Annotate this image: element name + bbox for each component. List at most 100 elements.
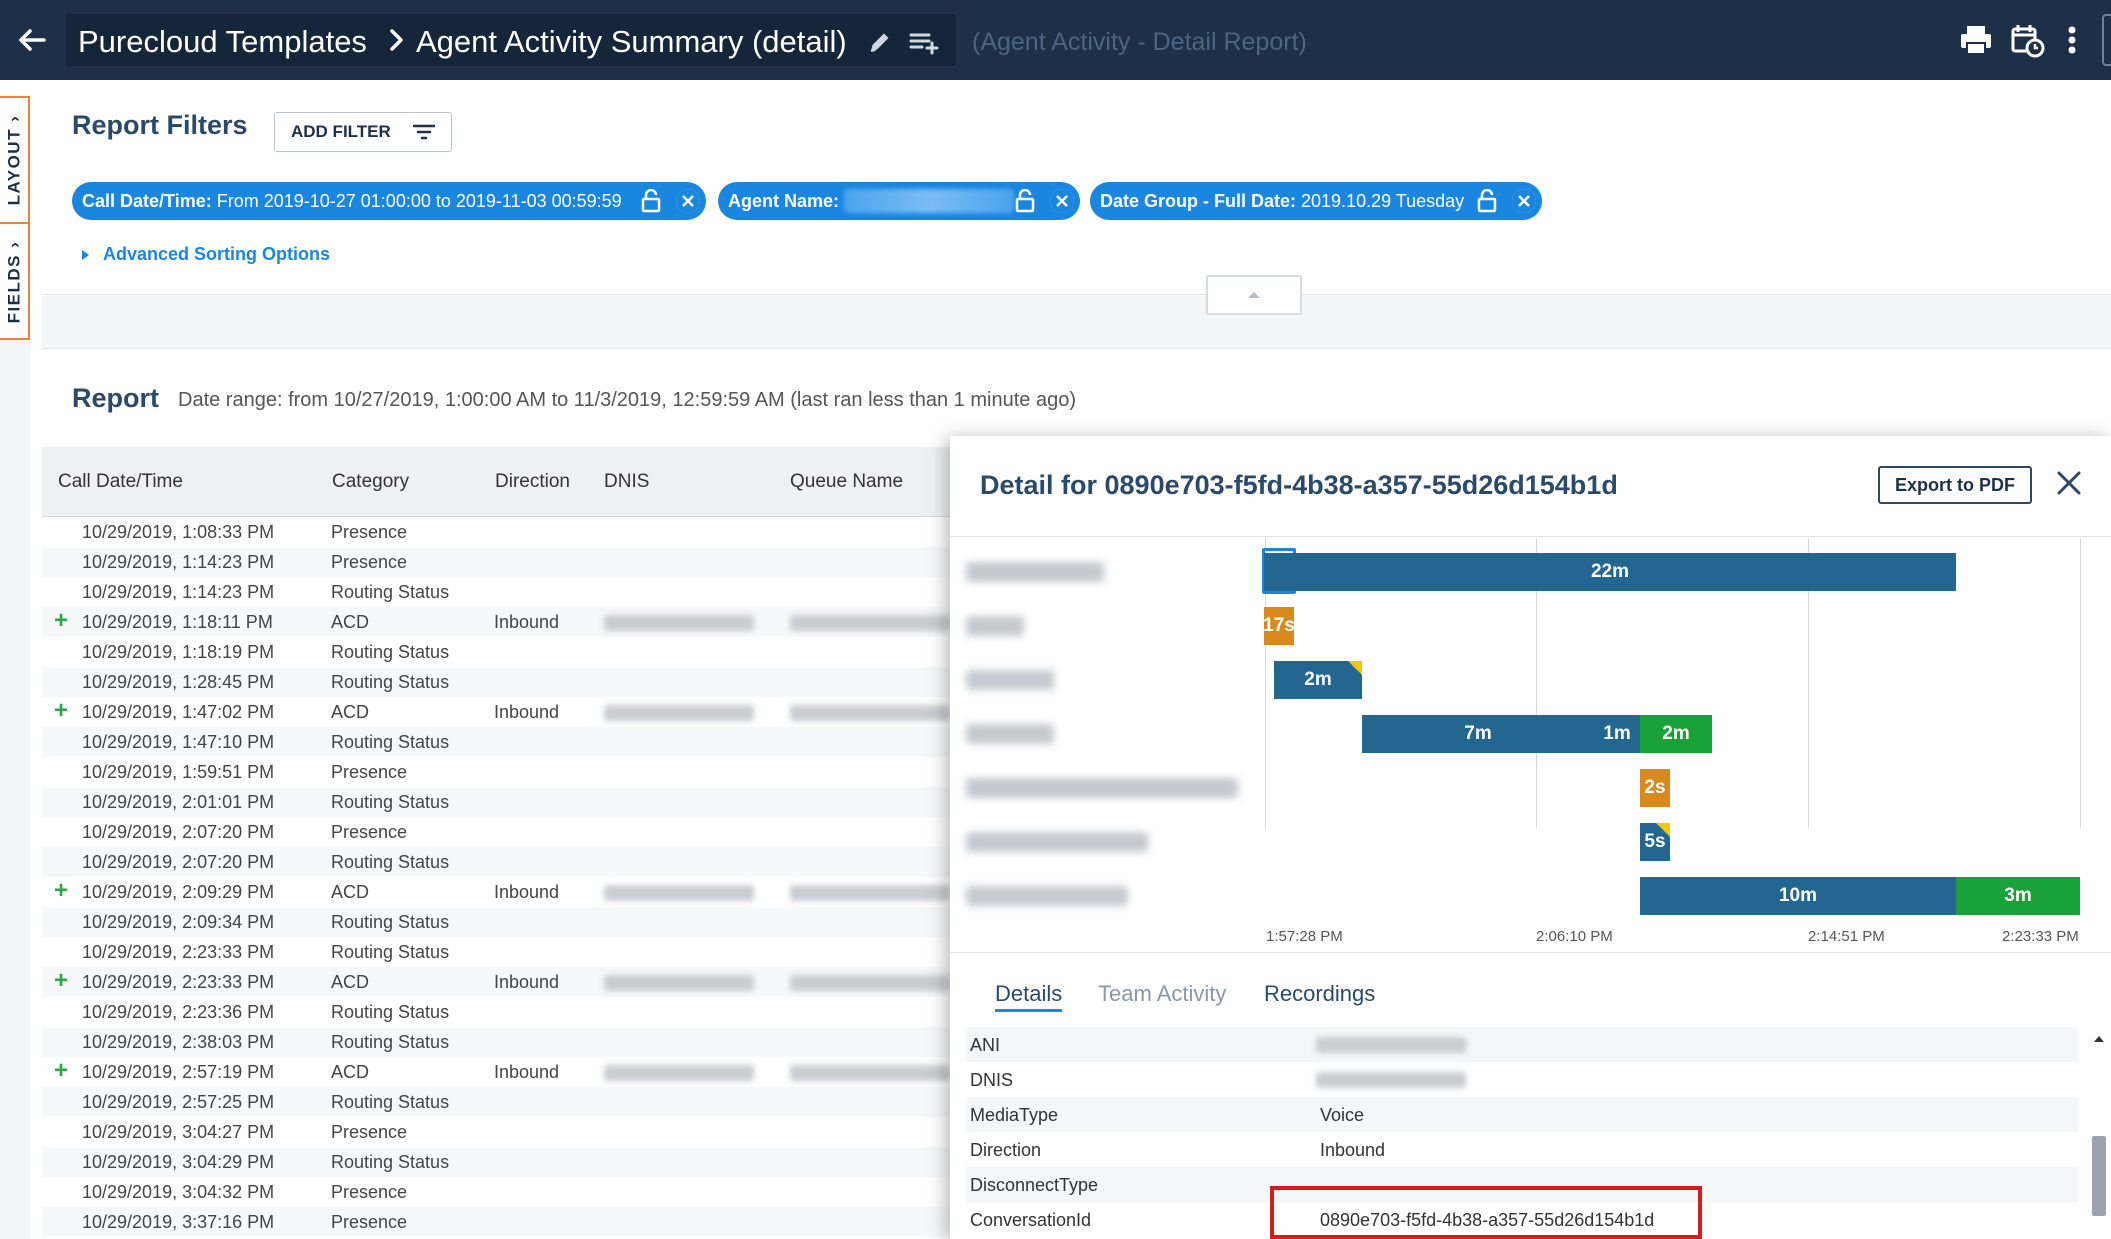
filter-chip-call-date[interactable]: Call Date/Time: From 2019-10-27 01:00:00 … <box>72 182 706 220</box>
redacted-cell <box>790 975 950 991</box>
cell-category: Routing Status <box>331 642 450 662</box>
timeline-bar[interactable]: 1m <box>1594 715 1640 753</box>
table-row[interactable]: 10/29/2019, 3:04:32 PM Presence <box>42 1177 1002 1207</box>
timeline-bar[interactable]: 2s <box>1640 769 1670 807</box>
cell-category: Routing Status <box>331 1092 450 1112</box>
cell-datetime: 10/29/2019, 3:04:29 PM <box>82 1152 275 1172</box>
table-row[interactable]: 10/29/2019, 2:07:20 PM Presence <box>42 817 1002 847</box>
table-row[interactable]: +10/29/2019, 1:47:02 PM ACD Inbound <box>42 697 1002 727</box>
table-row[interactable]: 10/29/2019, 3:37:16 PM Presence <box>42 1207 1002 1237</box>
table-row[interactable]: 10/29/2019, 1:59:51 PM Presence <box>42 757 1002 787</box>
table-row[interactable]: 10/29/2019, 1:47:10 PM Routing Status <box>42 727 1002 757</box>
table-row[interactable]: 10/29/2019, 2:38:03 PM Routing Status <box>42 1027 1002 1057</box>
timeline-bar[interactable]: 2m <box>1640 715 1712 753</box>
expand-row-icon[interactable]: + <box>54 697 68 725</box>
playlist-add-icon[interactable] <box>908 28 940 56</box>
print-icon[interactable] <box>1958 22 1994 58</box>
field-key: MediaType <box>970 1105 1059 1125</box>
redacted-row-label <box>966 724 1054 744</box>
timeline-bar[interactable]: 7m <box>1362 715 1594 753</box>
redacted-cell <box>604 615 754 631</box>
table-row[interactable]: 10/29/2019, 1:08:33 PM Presence <box>42 517 1002 547</box>
report-subtitle: (Agent Activity - Detail Report) <box>972 28 1307 56</box>
pencil-icon[interactable] <box>866 28 894 56</box>
close-icon[interactable] <box>2054 468 2084 498</box>
cell-datetime: 10/29/2019, 2:09:34 PM <box>82 912 275 932</box>
timeline-bar[interactable]: 17s <box>1263 607 1295 645</box>
cell-category: ACD <box>331 702 370 722</box>
table-row[interactable]: +10/29/2019, 2:23:33 PM ACD Inbound <box>42 967 1002 997</box>
expand-row-icon[interactable]: + <box>54 1057 68 1085</box>
lock-icon[interactable] <box>1476 189 1498 213</box>
scrollbar-thumb[interactable] <box>2092 1136 2106 1216</box>
table-row[interactable]: 10/29/2019, 3:04:27 PM Presence <box>42 1117 1002 1147</box>
lock-icon[interactable] <box>1014 189 1036 213</box>
schedule-icon[interactable] <box>2010 22 2046 58</box>
timeline-bar[interactable]: 22m <box>1264 553 1956 591</box>
table-row[interactable]: 10/29/2019, 2:07:20 PM Routing Status <box>42 847 1002 877</box>
tab-layout[interactable]: LAYOUT › <box>0 98 28 224</box>
table-row[interactable]: +10/29/2019, 2:09:29 PM ACD Inbound <box>42 877 1002 907</box>
column-header[interactable]: Category <box>332 471 409 493</box>
close-circle-icon[interactable] <box>1510 187 1538 215</box>
detail-scrollbar[interactable] <box>2088 1030 2110 1239</box>
column-header[interactable]: DNIS <box>604 471 649 493</box>
table-row[interactable]: 10/29/2019, 2:09:34 PM Routing Status <box>42 907 1002 937</box>
redacted-cell <box>790 885 950 901</box>
column-header[interactable]: Call Date/Time <box>58 471 183 493</box>
tab-recordings[interactable]: Recordings <box>1264 981 1375 1007</box>
cell-direction: Inbound <box>494 612 560 632</box>
table-row[interactable]: 10/29/2019, 1:28:45 PM Routing Status <box>42 667 1002 697</box>
expand-row-icon[interactable]: + <box>54 877 68 905</box>
back-arrow-icon[interactable] <box>14 22 50 58</box>
timeline-bar[interactable]: 10m <box>1640 877 1956 915</box>
more-vertical-icon[interactable] <box>2054 22 2090 58</box>
timeline-bar[interactable]: 2m <box>1274 661 1362 699</box>
filter-chip-agent-name[interactable]: Agent Name: <box>718 182 1080 220</box>
cell-datetime: 10/29/2019, 2:09:29 PM <box>82 882 275 902</box>
export-pdf-button[interactable]: Export to PDF <box>1878 466 2032 504</box>
tab-fields[interactable]: FIELDS › <box>0 226 28 338</box>
table-row[interactable]: 10/29/2019, 2:01:01 PM Routing Status <box>42 787 1002 817</box>
panel-edge <box>2102 14 2111 66</box>
tab-team-activity[interactable]: Team Activity <box>1098 981 1226 1007</box>
collapse-filters-button[interactable] <box>1206 275 1302 315</box>
expand-row-icon[interactable]: + <box>54 967 68 995</box>
filter-chip-date-group[interactable]: Date Group - Full Date: 2019.10.29 Tuesda… <box>1090 182 1542 220</box>
column-header[interactable]: Direction <box>495 471 570 493</box>
cell-category: Routing Status <box>331 1002 450 1022</box>
caret-right-icon <box>82 250 89 261</box>
redacted-value <box>1316 1037 1466 1053</box>
column-header[interactable]: Queue Name <box>790 471 903 493</box>
expand-row-icon[interactable]: + <box>54 607 68 635</box>
table-row[interactable]: 10/29/2019, 1:14:23 PM Presence <box>42 547 1002 577</box>
table-row[interactable]: +10/29/2019, 1:18:11 PM ACD Inbound <box>42 607 1002 637</box>
timeline-bar[interactable]: 3m <box>1956 877 2080 915</box>
detail-field-row: ANI <box>966 1027 2078 1062</box>
lock-icon[interactable] <box>640 189 662 213</box>
table-row[interactable]: 10/29/2019, 3:04:29 PM Routing Status <box>42 1147 1002 1177</box>
tab-details[interactable]: Details <box>995 981 1063 1012</box>
table-row[interactable]: 10/29/2019, 2:23:36 PM Routing Status <box>42 997 1002 1027</box>
cell-category: Routing Status <box>331 672 450 692</box>
table-row[interactable]: 10/29/2019, 1:18:19 PM Routing Status <box>42 637 1002 667</box>
add-filter-button[interactable]: ADD FILTER <box>274 112 452 152</box>
cell-category: Presence <box>331 552 408 572</box>
cell-datetime: 10/29/2019, 2:01:01 PM <box>82 792 275 812</box>
table-row[interactable]: 10/29/2019, 2:23:33 PM Routing Status <box>42 937 1002 967</box>
scroll-up-icon[interactable] <box>2088 1032 2110 1046</box>
table-row[interactable]: 10/29/2019, 2:57:25 PM Routing Status <box>42 1087 1002 1117</box>
table-row[interactable]: +10/29/2019, 2:57:19 PM ACD Inbound <box>42 1057 1002 1087</box>
divider <box>950 536 2111 537</box>
report-filters-title: Report Filters <box>72 110 248 140</box>
breadcrumb-root[interactable]: Purecloud Templates <box>78 24 367 60</box>
close-circle-icon[interactable] <box>1048 187 1076 215</box>
timeline-bar[interactable]: 5s <box>1640 823 1670 861</box>
filter-chip-name: Agent Name: <box>728 190 840 211</box>
redacted-row-label <box>966 886 1128 906</box>
gridline <box>2080 538 2081 828</box>
close-circle-icon[interactable] <box>674 187 702 215</box>
advanced-sorting-toggle[interactable]: Advanced Sorting Options <box>82 244 330 265</box>
table-row[interactable]: 10/29/2019, 1:14:23 PM Routing Status <box>42 577 1002 607</box>
cell-category: ACD <box>331 882 370 902</box>
